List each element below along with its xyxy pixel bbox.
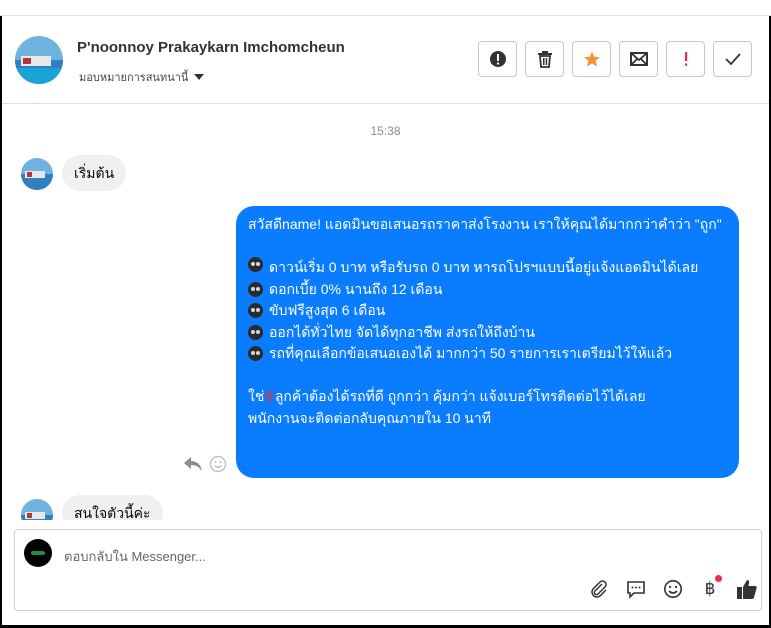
- robot-emoji-icon: [248, 281, 263, 297]
- assign-conversation-dropdown[interactable]: มอบหมายการสนทนานี้: [79, 68, 205, 86]
- paperclip-icon: [591, 580, 607, 598]
- message-line: รถที่คุณเลือกข้อเสนอเองได้ มากกว่า 50 รา…: [248, 343, 727, 365]
- top-strip: [0, 0, 771, 16]
- message-line: ออกได้ทั่วไทย จัดได้ทุกอาชีพ ส่งรถให้ถึง…: [248, 322, 727, 344]
- incoming-message[interactable]: เริ่มต้น: [62, 155, 127, 191]
- baht-icon: ฿: [704, 579, 716, 598]
- incoming-message[interactable]: สนใจตัวนี้ค่ะ: [62, 495, 163, 520]
- star-button[interactable]: [572, 41, 611, 77]
- star-icon: [583, 51, 600, 67]
- like-button[interactable]: [735, 577, 759, 601]
- header-actions: [478, 41, 752, 77]
- reply-input[interactable]: ตอบกลับใน Messenger...: [64, 546, 206, 567]
- outgoing-message[interactable]: สวัสดีname! แอดมินขอเสนอรถราคาส่งโรงงาน …: [236, 206, 739, 478]
- mark-unread-button[interactable]: [619, 41, 658, 77]
- exclamation-mark-icon: [684, 52, 687, 66]
- saved-replies-button[interactable]: [624, 577, 648, 601]
- follow-up-button[interactable]: [666, 41, 705, 77]
- smiley-icon: [664, 580, 682, 598]
- page-avatar: [24, 539, 52, 567]
- customer-avatar[interactable]: [21, 499, 53, 520]
- assign-label: มอบหมายการสนทนานี้: [79, 72, 189, 84]
- chat-bubble-icon: [627, 581, 645, 599]
- thumbs-up-icon: [737, 580, 757, 599]
- message-thread[interactable]: 15:38 เริ่มต้น สวัสดีname! แอดมินขอเสนอร…: [2, 105, 769, 520]
- delete-button[interactable]: [525, 41, 564, 77]
- exclamation-circle-icon: [489, 51, 506, 67]
- reply-composer[interactable]: ตอบกลับใน Messenger... ฿: [14, 529, 762, 611]
- message-line: พนักงานจะติดต่อกลับคุณภายใน 10 นาที: [248, 409, 491, 426]
- mark-done-button[interactable]: [713, 41, 752, 77]
- double-exclamation-emoji-icon: ‼: [265, 388, 274, 404]
- message-line: สวัสดีname! แอดมินขอเสนอรถราคาส่งโรงงาน …: [248, 216, 722, 232]
- reply-icon[interactable]: [183, 456, 203, 472]
- mark-spam-button[interactable]: [478, 41, 517, 77]
- message-timestamp: 15:38: [370, 124, 401, 138]
- robot-emoji-icon: [248, 303, 263, 319]
- notification-dot: [715, 575, 722, 582]
- message-line: ดาวน์เริ่ม 0 บาท หรือรับรถ 0 บาท หารถโปร…: [248, 257, 727, 279]
- message-actions: [183, 455, 227, 473]
- message-line: ขับฟรีสูงสุด 6 เดือน: [248, 300, 727, 322]
- composer-toolbar: ฿: [587, 575, 759, 601]
- message-line: ดอกเบี้ย 0% นานถึง 12 เดือน: [248, 279, 727, 301]
- envelope-icon: [629, 52, 648, 66]
- trash-icon: [537, 51, 552, 68]
- check-icon: [724, 53, 741, 65]
- contact-avatar[interactable]: [15, 36, 63, 84]
- robot-emoji-icon: [248, 257, 263, 272]
- customer-avatar[interactable]: [21, 158, 53, 190]
- contact-name[interactable]: P'noonnoy Prakaykarn Imchomcheun: [77, 39, 345, 56]
- chevron-down-icon: [194, 74, 205, 80]
- message-line: ใช่ ‼ ลูกค้าต้องได้รถที่ดี ถูกกว่า คุ้มกว่…: [248, 386, 727, 408]
- conversation-header: P'noonnoy Prakaykarn Imchomcheun มอบหมาย…: [2, 17, 769, 104]
- react-smiley-icon[interactable]: [209, 455, 227, 473]
- emoji-button[interactable]: [661, 577, 685, 601]
- payment-button[interactable]: ฿: [698, 575, 722, 601]
- robot-emoji-icon: [248, 346, 263, 362]
- attach-button[interactable]: [587, 577, 611, 601]
- robot-emoji-icon: [248, 324, 263, 340]
